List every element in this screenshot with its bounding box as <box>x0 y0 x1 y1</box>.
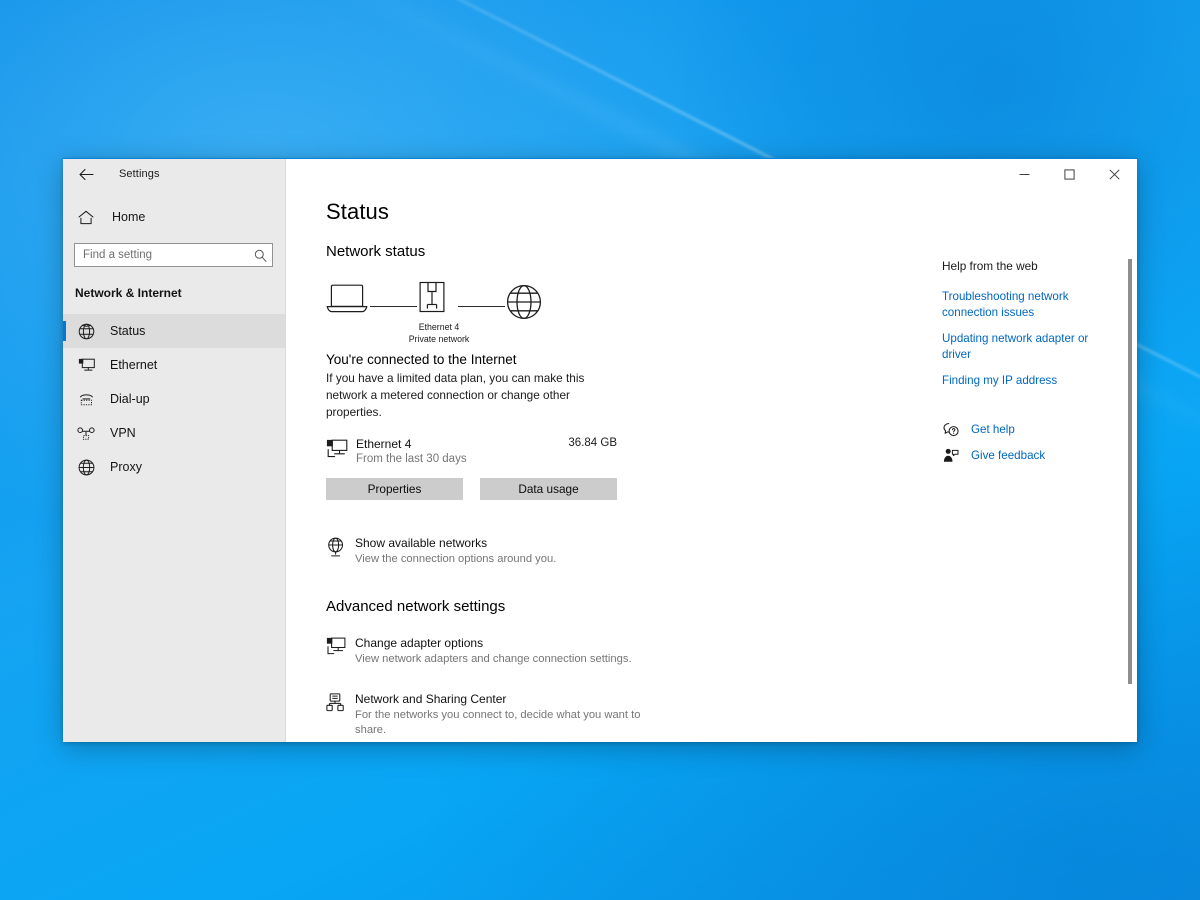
connection-status-description: If you have a limited data plan, you can… <box>326 371 585 419</box>
window-caption-bar <box>286 159 1137 189</box>
show-available-networks-item[interactable]: Show available networks View the connect… <box>326 535 656 567</box>
sidebar-item-status[interactable]: Status <box>63 314 285 348</box>
dialup-icon <box>77 392 95 406</box>
sidebar-item-proxy[interactable]: Proxy <box>63 450 285 484</box>
sidebar-home-label: Home <box>112 210 146 224</box>
sidebar-item-home[interactable]: Home <box>63 201 285 233</box>
sidebar-nav-list: Status Ethernet Dial-up VPN Proxy <box>63 314 285 484</box>
network-diagram: Ethernet 4 Private network <box>326 278 626 345</box>
sharing-center-text: Network and Sharing Center For the netwo… <box>355 691 656 739</box>
network-sharing-center-item[interactable]: Network and Sharing Center For the netwo… <box>326 691 656 739</box>
sidebar-item-dial-up[interactable]: Dial-up <box>63 382 285 416</box>
sidebar-item-label: Proxy <box>110 460 142 474</box>
search-container <box>63 233 285 267</box>
help-link-troubleshooting[interactable]: Troubleshooting network connection issue… <box>942 289 1117 322</box>
advanced-item-sub: View network adapters and change connect… <box>355 653 632 666</box>
status-icon <box>77 323 95 340</box>
ethernet-icon <box>77 358 95 373</box>
advanced-item-title: Network and Sharing Center <box>355 691 507 706</box>
navigation-pane: Settings Home Find a setting Network & I… <box>63 159 286 742</box>
help-heading: Help from the web <box>942 259 1038 273</box>
diagram-caption: Ethernet 4 Private network <box>374 322 504 345</box>
main-column: Status Network status Ethernet 4 Private… <box>286 189 906 742</box>
sidebar-category-title: Network & Internet <box>75 286 182 300</box>
advanced-item-title: Change adapter options <box>355 636 484 651</box>
home-icon <box>77 210 95 225</box>
help-link-finding-ip[interactable]: Finding my IP address <box>942 373 1117 389</box>
proxy-icon <box>77 459 95 476</box>
change-adapter-options-item[interactable]: Change adapter options View network adap… <box>326 635 656 667</box>
maximize-button[interactable] <box>1047 159 1092 189</box>
content-scroll-area: Status Network status Ethernet 4 Private… <box>286 189 1137 742</box>
change-adapter-text: Change adapter options View network adap… <box>355 635 632 667</box>
sidebar-item-label: Ethernet <box>110 358 158 372</box>
adapter-period: From the last 30 days <box>356 453 467 466</box>
help-column: Help from the web Troubleshooting networ… <box>942 189 1137 742</box>
show-networks-sub: View the connection options around you. <box>355 552 557 565</box>
content-pane: Status Network status Ethernet 4 Private… <box>286 159 1137 742</box>
adapter-name: Ethernet 4 <box>356 437 412 452</box>
get-help-action[interactable]: Get help <box>942 422 1137 437</box>
sidebar-item-label: Status <box>110 324 146 338</box>
vpn-icon <box>77 426 95 440</box>
available-networks-icon <box>326 535 355 562</box>
connection-status-title: You're connected to the Internet <box>326 352 517 367</box>
settings-window: Settings Home Find a setting Network & I… <box>63 158 1137 742</box>
ethernet-port-icon <box>419 278 445 321</box>
search-icon <box>254 249 267 262</box>
advanced-item-sub: For the networks you connect to, decide … <box>355 708 641 737</box>
sharing-center-icon <box>326 691 355 717</box>
window-body: Settings Home Find a setting Network & I… <box>63 159 1137 742</box>
search-box[interactable] <box>74 243 273 267</box>
diagram-connector-right <box>458 306 505 307</box>
help-actions: Get help Give feedback <box>942 422 1137 463</box>
diagram-network-type: Private network <box>408 333 470 344</box>
app-title: Settings <box>119 168 160 180</box>
help-bubble-icon <box>942 422 959 437</box>
page-title: Status <box>326 199 389 224</box>
close-button[interactable] <box>1092 159 1137 189</box>
show-networks-text: Show available networks View the connect… <box>355 535 556 567</box>
change-adapter-icon <box>326 635 355 661</box>
advanced-settings-heading: Advanced network settings <box>326 598 506 616</box>
minimize-button[interactable] <box>1002 159 1047 189</box>
adapter-data-usage-value: 36.84 GB <box>568 437 617 450</box>
network-status-heading: Network status <box>326 243 426 260</box>
adapter-usage-row: Ethernet 4 From the last 30 days 36.84 G… <box>326 436 617 468</box>
sidebar-item-label: Dial-up <box>110 392 150 406</box>
laptop-icon <box>326 282 368 320</box>
scrollbar-thumb[interactable] <box>1128 259 1132 684</box>
adapter-button-row: Properties Data usage <box>326 477 906 500</box>
settings-titlebar: Settings <box>63 159 285 189</box>
diagram-network-name: Ethernet 4 <box>418 322 460 332</box>
sidebar-item-ethernet[interactable]: Ethernet <box>63 348 285 382</box>
give-feedback-action[interactable]: Give feedback <box>942 448 1137 463</box>
globe-icon <box>506 284 542 325</box>
help-link-updating-adapter[interactable]: Updating network adapter or driver <box>942 331 1117 364</box>
back-arrow-icon[interactable] <box>75 163 97 185</box>
search-input[interactable] <box>83 249 254 261</box>
sidebar-item-label: VPN <box>110 426 136 440</box>
adapter-text: Ethernet 4 From the last 30 days <box>356 436 568 468</box>
feedback-person-icon <box>942 448 959 463</box>
show-networks-title: Show available networks <box>355 535 488 550</box>
data-usage-button[interactable]: Data usage <box>480 477 617 500</box>
ethernet-monitor-icon <box>326 436 356 464</box>
properties-button[interactable]: Properties <box>326 477 463 500</box>
get-help-label: Get help <box>971 423 1015 437</box>
give-feedback-label: Give feedback <box>971 449 1046 463</box>
sidebar-item-vpn[interactable]: VPN <box>63 416 285 450</box>
diagram-connector-left <box>370 306 417 307</box>
content-scrollbar[interactable] <box>1124 189 1136 742</box>
